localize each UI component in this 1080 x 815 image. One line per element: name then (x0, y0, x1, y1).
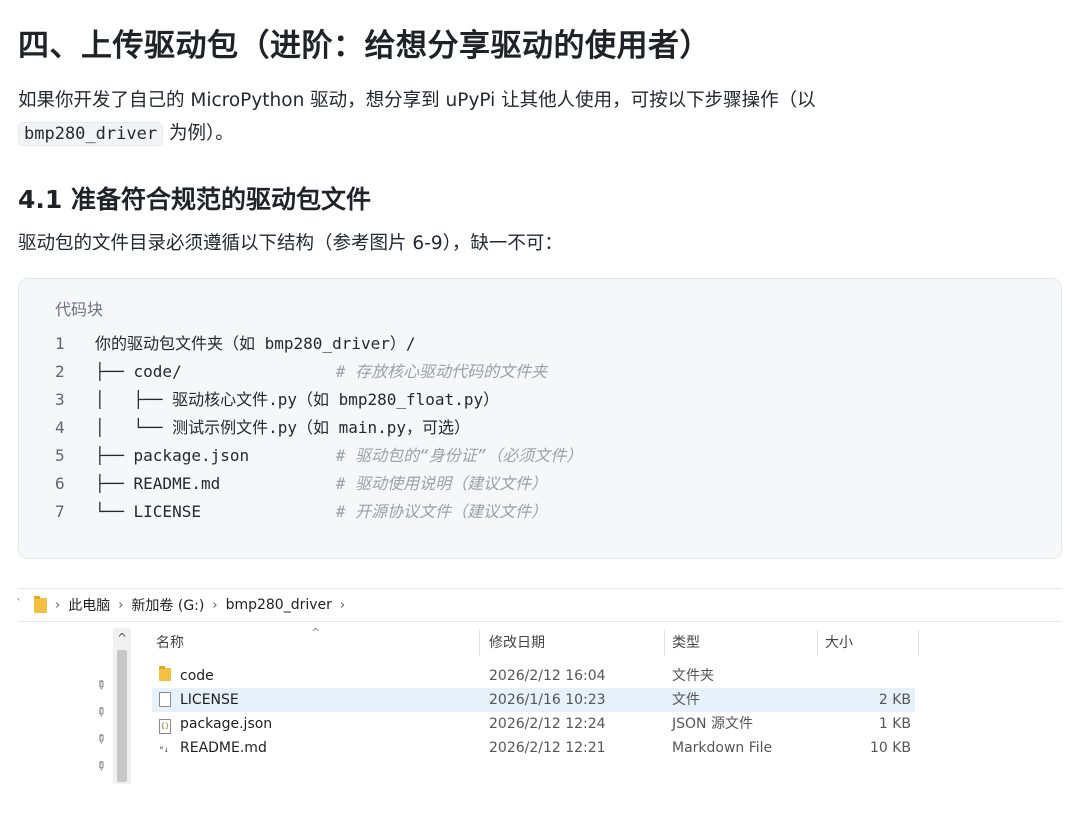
intro-text-after: 为例）。 (163, 123, 234, 144)
json-file-icon: {} (159, 716, 171, 734)
file-name: code (180, 668, 214, 684)
code-lines: 1 你的驱动包文件夹（如 bmp280_driver）/ 2 ├── code/ #… (55, 330, 582, 526)
code-line: 3 │ ├── 驱动核心文件.py（如 bmp280_float.py） (55, 386, 582, 414)
inline-code-driver-name: bmp280_driver (18, 122, 164, 146)
chevron-right-icon: › (212, 597, 218, 613)
chevron-right-icon: › (55, 597, 61, 613)
code-comment: # 开源协议文件（建议文件） (335, 502, 548, 521)
breadcrumb-this-pc[interactable]: 此电脑 (68, 595, 110, 615)
breadcrumb-folder[interactable]: bmp280_driver (226, 597, 332, 613)
line-number: 3 (55, 390, 65, 409)
markdown-file-icon: ᴹ↓ (159, 745, 169, 754)
line-number: 6 (55, 474, 65, 493)
column-divider[interactable] (817, 630, 818, 656)
code-block-label: 代码块 (55, 300, 104, 319)
line-number: 1 (55, 334, 65, 353)
file-explorer-screenshot: ` › 此电脑 › 新加卷 (G:) › bmp280_driver › ^ ✎… (0, 588, 1080, 815)
code-comment: # 驱动使用说明（建议文件） (335, 474, 548, 493)
code-line: 2 ├── code/ # 存放核心驱动代码的文件夹 (55, 358, 582, 386)
code-text: │ ├── 驱动核心文件.py（如 bmp280_float.py） (95, 390, 500, 409)
intro-text: 如果你开发了自己的 MicroPython 驱动，想分享到 uPyPi 让其他人… (18, 90, 816, 111)
pin-icon[interactable]: ✎ (93, 730, 110, 747)
line-number: 7 (55, 502, 65, 521)
code-comment: # 存放核心驱动代码的文件夹 (335, 362, 548, 381)
code-text: └── LICENSE (95, 502, 336, 521)
scroll-thumb[interactable] (117, 650, 127, 782)
line-number: 5 (55, 446, 65, 465)
file-row[interactable]: {} package.json 2026/2/12 12:24 JSON 源文件… (152, 712, 915, 736)
pin-icon[interactable]: ✎ (93, 676, 110, 693)
pin-icon[interactable]: ✎ (93, 703, 110, 720)
file-type: 文件 (672, 692, 700, 708)
address-edge-mark: ` (16, 597, 22, 611)
file-date: 2026/2/12 12:21 (489, 740, 606, 756)
file-name: README.md (180, 740, 267, 756)
code-text: ├── code/ (95, 362, 336, 381)
code-text: ├── README.md (95, 474, 336, 493)
column-divider[interactable] (918, 630, 919, 656)
code-line: 6 ├── README.md # 驱动使用说明（建议文件） (55, 470, 582, 498)
column-header-name[interactable]: 名称 (156, 628, 184, 660)
column-divider[interactable] (479, 630, 480, 656)
code-text: ├── package.json (95, 446, 336, 465)
line-number: 2 (55, 362, 65, 381)
file-name: package.json (180, 716, 273, 732)
file-type: 文件夹 (672, 668, 714, 684)
file-size: 2 KB (878, 692, 911, 708)
code-text: 你的驱动包文件夹（如 bmp280_driver）/ (95, 334, 416, 353)
breadcrumb-drive[interactable]: 新加卷 (G:) (131, 595, 204, 615)
code-text: │ └── 测试示例文件.py（如 main.py，可选） (95, 418, 471, 437)
section-heading: 四、上传驱动包（进阶：给想分享驱动的使用者） (18, 28, 711, 64)
sort-up-icon: ^ (311, 626, 321, 639)
pin-icon[interactable]: ✎ (93, 757, 110, 774)
column-header-size[interactable]: 大小 (825, 628, 853, 660)
chevron-right-icon: › (118, 597, 124, 613)
structure-paragraph: 驱动包的文件目录必须遵循以下结构（参考图片 6-9），缺一不可： (18, 233, 563, 254)
code-line: 4 │ └── 测试示例文件.py（如 main.py，可选） (55, 414, 582, 442)
file-date: 2026/2/12 16:04 (489, 668, 606, 684)
file-name: LICENSE (180, 692, 239, 708)
file-type: Markdown File (672, 740, 773, 756)
file-date: 2026/1/16 10:23 (489, 692, 606, 708)
subsection-heading: 4.1 准备符合规范的驱动包文件 (18, 185, 371, 214)
file-size: 10 KB (869, 740, 911, 756)
code-comment: # 驱动包的“身份证”（必须文件） (335, 446, 583, 465)
address-bar[interactable]: ` › 此电脑 › 新加卷 (G:) › bmp280_driver › (16, 588, 1062, 622)
file-size: 1 KB (878, 716, 911, 732)
chevron-up-icon[interactable]: ^ (113, 628, 131, 648)
intro-paragraph: 如果你开发了自己的 MicroPython 驱动，想分享到 uPyPi 让其他人… (18, 84, 1058, 151)
code-line: 1 你的驱动包文件夹（如 bmp280_driver）/ (55, 330, 582, 358)
file-icon (159, 692, 171, 711)
code-line: 5 ├── package.json # 驱动包的“身份证”（必须文件） (55, 442, 582, 470)
folder-icon (34, 595, 47, 613)
code-line: 7 └── LICENSE # 开源协议文件（建议文件） (55, 498, 582, 526)
column-divider[interactable] (664, 630, 665, 656)
file-row[interactable]: ᴹ↓ README.md 2026/2/12 12:21 Markdown Fi… (152, 736, 915, 760)
file-row[interactable]: code 2026/2/12 16:04 文件夹 (152, 664, 915, 688)
column-header-date[interactable]: 修改日期 (489, 628, 545, 660)
file-type: JSON 源文件 (672, 716, 753, 732)
nav-pane-scrollbar[interactable]: ^ (113, 628, 131, 784)
column-header-type[interactable]: 类型 (672, 628, 700, 660)
chevron-right-icon[interactable]: › (340, 598, 345, 613)
line-number: 4 (55, 418, 65, 437)
folder-icon (159, 666, 171, 685)
file-date: 2026/2/12 12:24 (489, 716, 606, 732)
code-block: 代码块 1 你的驱动包文件夹（如 bmp280_driver）/ 2 ├── cod… (18, 278, 1062, 559)
file-row-selected[interactable]: LICENSE 2026/1/16 10:23 文件 2 KB (152, 688, 915, 712)
